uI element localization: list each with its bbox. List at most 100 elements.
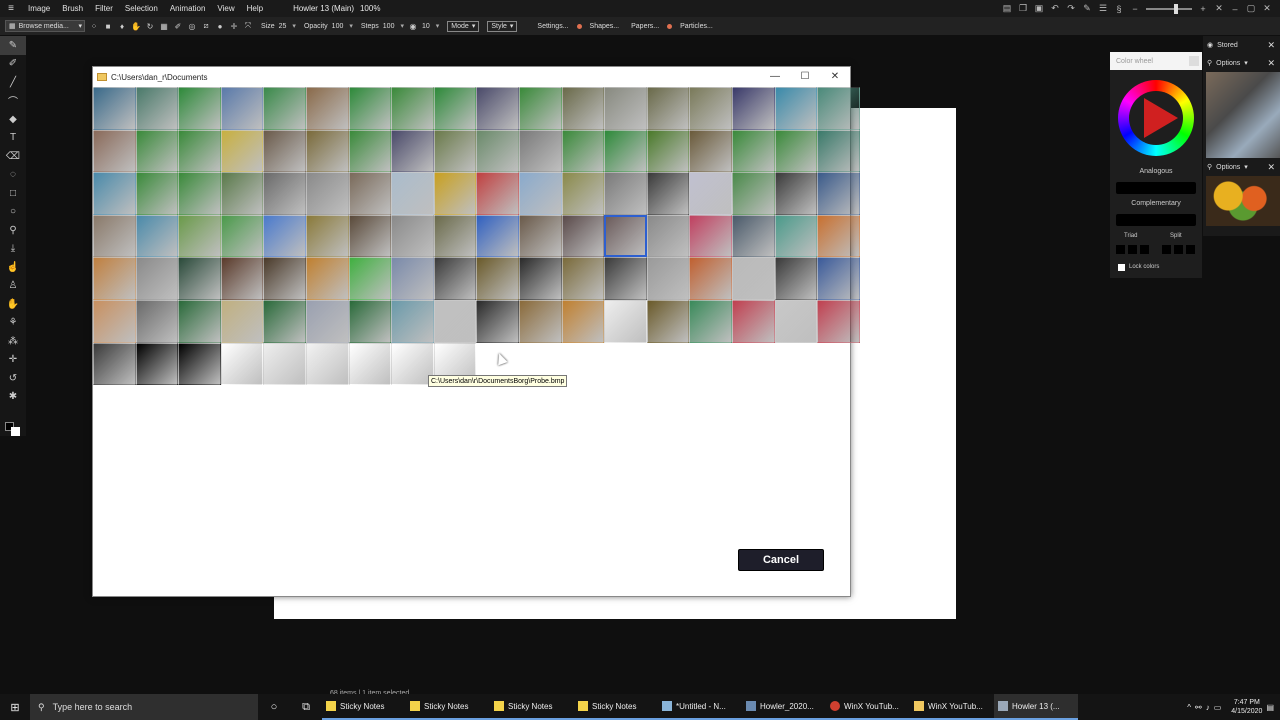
thumbnail-item[interactable] (476, 172, 519, 215)
thumbnail-item[interactable] (689, 172, 732, 215)
redo-icon[interactable]: ↷ (1066, 3, 1076, 14)
thumbnail-item[interactable] (518, 172, 562, 215)
thumbnail-item[interactable] (604, 87, 647, 130)
thumbnail-item[interactable] (731, 129, 775, 173)
circle-icon[interactable]: ● (215, 22, 225, 31)
thumbnail-item[interactable] (348, 172, 392, 215)
thumbnail-item[interactable] (518, 87, 562, 130)
thumbnail-item[interactable] (178, 129, 221, 173)
thumbnail-item[interactable] (305, 214, 349, 258)
taskbar-app-sticky-notes-1[interactable]: Sticky Notes (322, 694, 406, 720)
zoom-in-icon[interactable]: + (1198, 4, 1208, 14)
curve-tool-icon[interactable]: ⌒ (0, 92, 26, 111)
stored-close-icon[interactable]: ✕ (1267, 40, 1275, 51)
thumbnail-item[interactable] (774, 172, 818, 215)
thumbnail-item[interactable] (817, 257, 860, 300)
pin-icon[interactable]: ⚲ (1207, 59, 1212, 67)
thumbnail-item[interactable] (178, 257, 221, 300)
thumbnail-item[interactable] (135, 129, 179, 173)
stored-image-fruit[interactable] (1206, 176, 1280, 226)
thumbnail-item[interactable] (646, 299, 690, 343)
thumbnail-item[interactable] (774, 257, 818, 300)
menu-image[interactable]: Image (22, 4, 56, 13)
transform-icon[interactable]: ⤧ (243, 21, 253, 31)
thumbnail-item[interactable] (305, 129, 349, 173)
thumbnail-item[interactable] (348, 129, 392, 173)
taskbar-clock[interactable]: 7:47 PM 4/15/2020 (1231, 698, 1262, 716)
drop-icon[interactable]: ♦ (117, 22, 127, 31)
thumbnail-item[interactable] (263, 172, 306, 215)
lasso-tool-icon[interactable]: ◌ (0, 166, 26, 185)
thumbnail-item[interactable] (263, 87, 306, 130)
minimize-icon[interactable]: – (1230, 4, 1240, 14)
complementary-swatch-bar[interactable] (1116, 214, 1196, 226)
thumbnail-item[interactable] (391, 257, 434, 300)
thumbnail-item[interactable] (263, 299, 306, 343)
line-icon[interactable]: ⧄ (201, 21, 211, 31)
fill-tool-icon[interactable]: ◆ (0, 110, 26, 129)
thumbnail-item[interactable] (305, 172, 349, 215)
taskbar-app-sticky-notes-2[interactable]: Sticky Notes (406, 694, 490, 720)
thumbnail-item[interactable] (263, 257, 306, 300)
settings-button[interactable]: Settings... (537, 23, 568, 30)
thumbnail-item[interactable] (135, 172, 179, 215)
thumbnail-item[interactable] (135, 87, 179, 130)
task-view-icon[interactable]: ⧉ (290, 701, 322, 714)
style-dropdown[interactable]: Style ▾ (487, 20, 518, 32)
opacity-chevron-icon[interactable]: ▾ (349, 22, 353, 30)
triad-swatch-2[interactable] (1128, 245, 1137, 254)
cancel-button[interactable]: Cancel (738, 549, 824, 571)
dialog-close-button[interactable]: ✕ (820, 67, 850, 85)
thumbnail-item[interactable] (561, 172, 605, 215)
hamburger-menu-icon[interactable]: ≡ (0, 3, 22, 14)
pen-icon[interactable]: ✐ (173, 22, 183, 31)
thumbnail-item[interactable] (689, 87, 732, 130)
zoom-tool-icon[interactable]: ⚲ (0, 221, 26, 240)
thumbnail-item[interactable] (518, 214, 562, 258)
thumbnail-item[interactable] (731, 257, 775, 300)
dialog-maximize-button[interactable]: ☐ (790, 67, 820, 85)
thumbnail-item[interactable] (561, 87, 605, 130)
close-icon[interactable]: ✕ (1262, 3, 1272, 14)
thumbnail-item[interactable] (689, 129, 732, 173)
zoom-slider[interactable] (1146, 3, 1192, 14)
rect-select-icon[interactable]: □ (0, 184, 26, 203)
zoom-out-icon[interactable]: − (1130, 4, 1140, 14)
eye-icon[interactable]: ◉ (1207, 41, 1213, 49)
rotate-icon[interactable]: ↻ (145, 22, 155, 31)
thumbnail-item[interactable] (518, 257, 562, 300)
opacity-value[interactable]: 100 (332, 23, 344, 30)
taskbar-app-howler[interactable]: Howler 13 (... (994, 694, 1078, 720)
thumbnail-item[interactable] (178, 87, 221, 130)
options-close-icon-1[interactable]: ✕ (1267, 58, 1275, 69)
size-chevron-icon[interactable]: ▾ (292, 22, 296, 30)
list-icon[interactable]: ☰ (1098, 3, 1108, 14)
menu-brush[interactable]: Brush (56, 4, 89, 13)
thumbnail-item[interactable] (476, 214, 519, 258)
thumbnail-item[interactable] (391, 299, 434, 343)
thumbnail-item[interactable] (433, 87, 477, 130)
split-swatch-3[interactable] (1186, 245, 1195, 254)
text-tool-icon[interactable]: T (0, 129, 26, 148)
thumbnail-item[interactable] (646, 129, 690, 173)
thumbnail-item[interactable] (93, 129, 136, 173)
menu-animation[interactable]: Animation (164, 4, 212, 13)
thumbnail-item[interactable] (561, 257, 605, 300)
thumbnail-item[interactable] (476, 129, 519, 173)
thumbnail-item[interactable] (774, 129, 818, 173)
paste-icon[interactable]: ▣ (1034, 3, 1044, 14)
brush-tool-icon[interactable]: ✎ (0, 36, 26, 55)
cortana-icon[interactable]: ○ (258, 701, 290, 713)
thumbnail-item[interactable] (391, 214, 434, 258)
steps-value[interactable]: 100 (383, 23, 395, 30)
thumbnail-item[interactable] (263, 342, 306, 386)
split-swatch-2[interactable] (1174, 245, 1183, 254)
volume-icon[interactable]: ♪ (1206, 703, 1210, 712)
menu-selection[interactable]: Selection (119, 4, 164, 13)
thumbnail-item[interactable] (178, 214, 221, 258)
triad-swatch-3[interactable] (1140, 245, 1149, 254)
thumbnail-item[interactable] (93, 214, 136, 258)
thumbnail-item[interactable] (604, 257, 647, 300)
browse-media-dropdown[interactable]: ▦ Browse media... ▾ (5, 20, 85, 32)
triad-swatch-1[interactable] (1116, 245, 1125, 254)
